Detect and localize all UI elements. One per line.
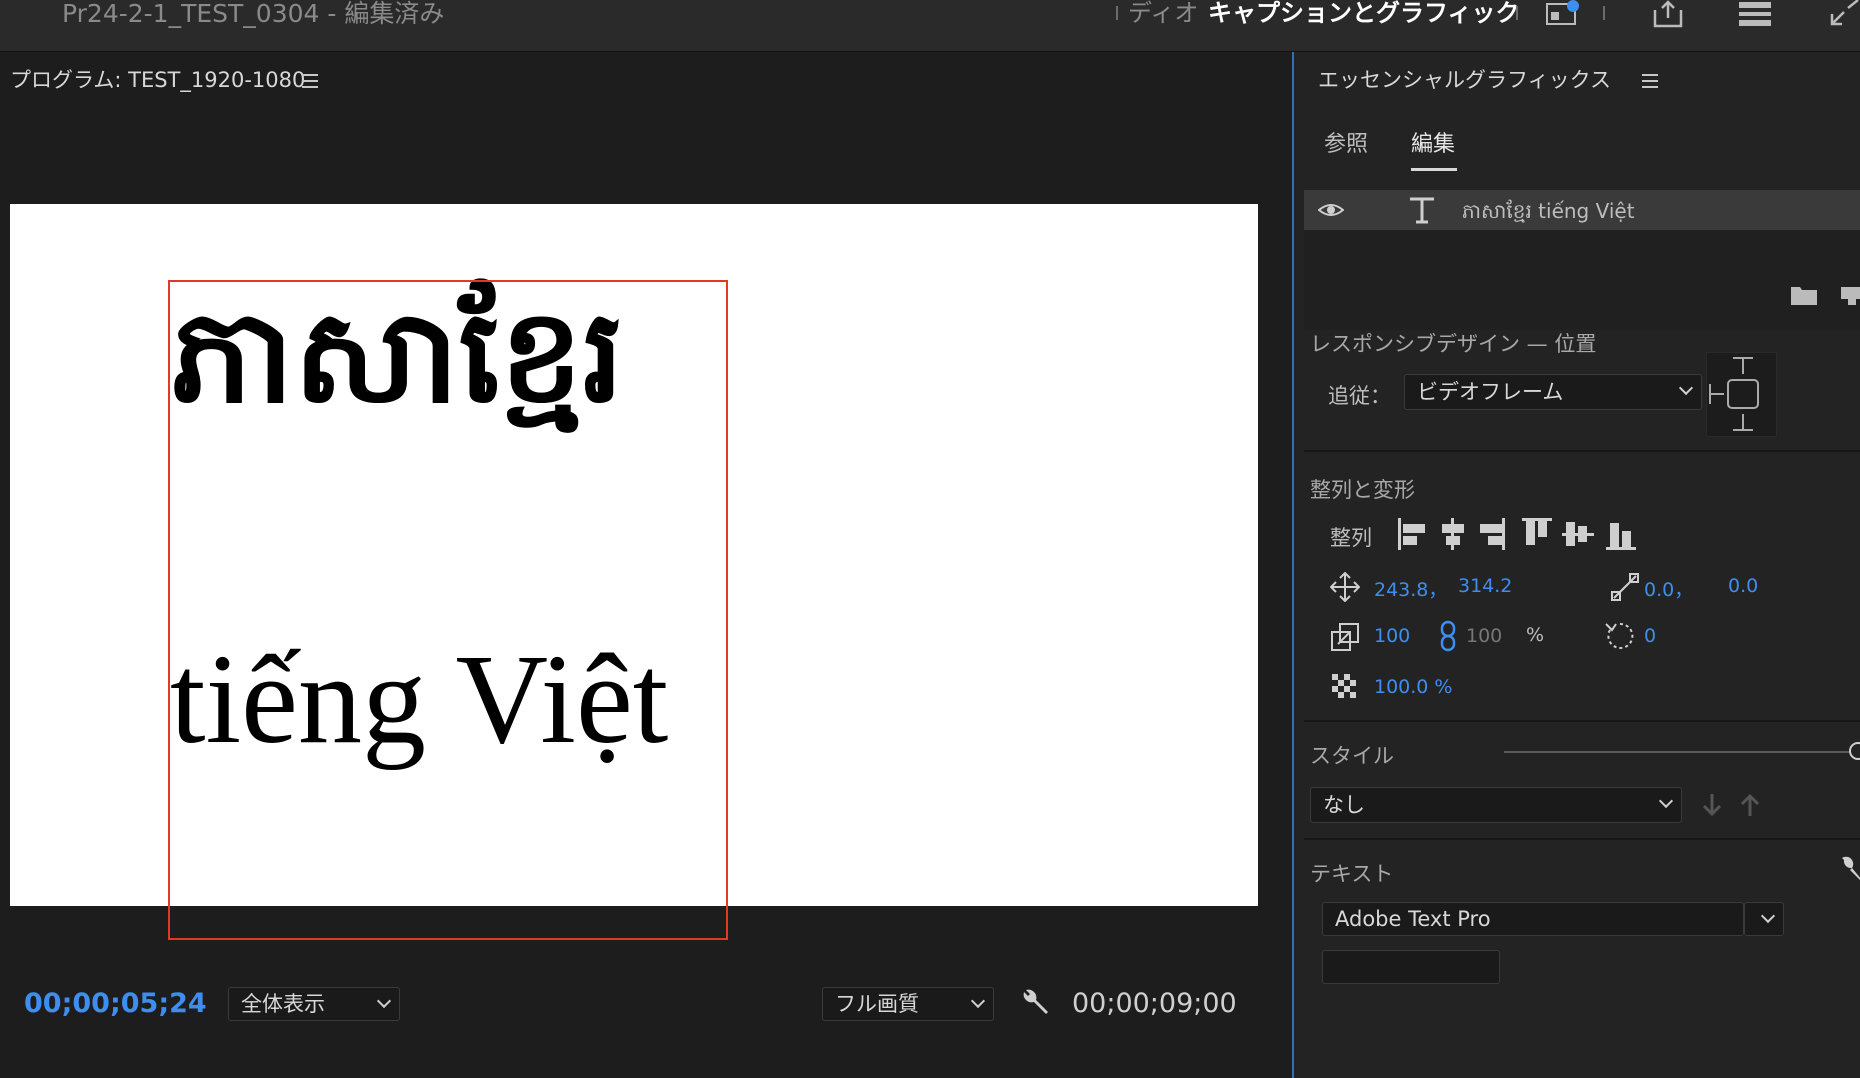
playback-quality-select[interactable]: フル画質: [822, 987, 994, 1021]
font-style-select[interactable]: [1322, 950, 1500, 984]
position-y-value[interactable]: 314.2: [1458, 575, 1512, 597]
push-style-up-icon[interactable]: [1738, 792, 1762, 818]
style-value: なし: [1323, 793, 1365, 817]
opacity-checker-icon: [1332, 674, 1356, 698]
layer-row[interactable]: ភាសាខ្មែរ tiếng Việt: [1304, 190, 1860, 230]
title-bar: Pr24-2-1_TEST_0304 - 編集済み ディオ キャプションとグラフ…: [0, 0, 1860, 52]
opacity-value[interactable]: 100.0 %: [1374, 676, 1453, 698]
rotation-icon: [1605, 622, 1634, 649]
style-select[interactable]: なし: [1310, 787, 1682, 823]
workspace-tab-captions-graphics[interactable]: キャプションとグラフィック: [1208, 0, 1520, 26]
font-family-dropdown-button[interactable]: [1744, 902, 1784, 936]
chevron-down-icon: [970, 993, 986, 1009]
align-transform-section-title: 整列と変形: [1310, 478, 1415, 502]
essential-graphics-title: エッセンシャルグラフィックス: [1318, 68, 1611, 92]
align-top-icon: [1522, 518, 1552, 545]
font-family-select[interactable]: Adobe Text Pro: [1322, 902, 1744, 936]
program-monitor-title: プログラム: TEST_1920-1080: [10, 68, 306, 92]
font-family-value: Adobe Text Pro: [1335, 907, 1491, 931]
text-section-title: テキスト: [1310, 862, 1394, 886]
chevron-down-icon: [1678, 380, 1694, 396]
layer-list-empty-area: [1304, 230, 1860, 330]
new-layer-icon[interactable]: [1840, 284, 1860, 306]
wrench-text-settings-icon[interactable]: [1840, 856, 1860, 884]
section-divider: [1304, 838, 1860, 840]
wrench-settings-icon[interactable]: [1020, 988, 1050, 1018]
chevron-down-icon: [1658, 793, 1674, 809]
program-monitor-panel: プログラム: TEST_1920-1080 ភាសាខ្មែរ tiếng Vi…: [0, 52, 1283, 1078]
new-group-folder-icon[interactable]: [1790, 284, 1818, 306]
push-style-down-icon[interactable]: [1700, 792, 1724, 818]
anchor-x-value[interactable]: 0.0，: [1644, 575, 1693, 602]
anchor-y-value[interactable]: 0.0: [1728, 575, 1758, 597]
align-left-icon: [1398, 518, 1425, 550]
link-scale-icon[interactable]: [1438, 620, 1458, 652]
rotation-value[interactable]: 0: [1644, 625, 1656, 647]
quick-export-icon[interactable]: [1545, 0, 1579, 28]
hamburger-menu-icon[interactable]: [302, 74, 318, 88]
follow-target-select[interactable]: ビデオフレーム: [1404, 374, 1702, 410]
pin-to-edges-widget[interactable]: [1706, 352, 1794, 438]
text-layer-icon: [1410, 197, 1434, 224]
essential-graphics-panel: エッセンシャルグラフィックス 参照 編集 ភាសាខ្មែរ tiếng Việ…: [1292, 52, 1860, 1078]
scale-value[interactable]: 100: [1374, 625, 1410, 647]
style-section-title: スタイル: [1310, 744, 1394, 768]
duration-timecode: 00;00;09;00: [1072, 988, 1237, 1019]
program-video-frame[interactable]: ភាសាខ្មែរ tiếng Việt: [10, 204, 1258, 940]
playback-quality-value: フル画質: [835, 992, 919, 1016]
layer-name: ភាសាខ្មែរ tiếng Việt: [1462, 199, 1635, 223]
zoom-level-value: 全体表示: [241, 992, 325, 1016]
tab-edit[interactable]: 編集: [1411, 132, 1455, 158]
chevron-down-icon: [1760, 908, 1776, 924]
hamburger-menu-icon[interactable]: [1642, 74, 1658, 88]
align-label: 整列: [1330, 526, 1372, 550]
align-bottom-icon: [1606, 523, 1636, 550]
expand-icon[interactable]: [1828, 0, 1860, 28]
chevron-down-icon: [376, 993, 392, 1009]
align-right-icon: [1480, 518, 1505, 550]
scale-icon: [1331, 623, 1359, 651]
section-divider: [1304, 450, 1860, 452]
anchor-point-icon: [1611, 573, 1639, 601]
text-bounding-box[interactable]: [168, 280, 728, 940]
position-move-icon: [1330, 572, 1360, 602]
scale-height-value: 100: [1466, 625, 1503, 647]
share-export-icon[interactable]: [1651, 0, 1685, 28]
follow-target-value: ビデオフレーム: [1417, 380, 1564, 404]
workspace-separator: [1116, 6, 1118, 20]
align-center-horizontal-icon: [1442, 518, 1464, 550]
zoom-level-select[interactable]: 全体表示: [228, 987, 400, 1021]
active-tab-indicator: [1411, 168, 1457, 171]
workspaces-menu-icon[interactable]: [1737, 0, 1773, 28]
toolbar-separator: [1603, 6, 1605, 20]
opacity-slider-track[interactable]: [1504, 751, 1854, 753]
current-timecode[interactable]: 00;00;05;24: [24, 988, 207, 1019]
tab-browse[interactable]: 参照: [1324, 132, 1368, 158]
eye-visibility-icon[interactable]: [1318, 200, 1344, 220]
align-center-vertical-icon: [1562, 522, 1594, 546]
workspace-separator: [1516, 6, 1518, 20]
follow-label: 追従：: [1328, 384, 1391, 408]
document-title: Pr24-2-1_TEST_0304 - 編集済み: [62, 0, 445, 28]
position-x-value[interactable]: 243.8，: [1374, 575, 1447, 602]
opacity-slider-handle[interactable]: [1849, 742, 1860, 760]
workspace-tab-audio[interactable]: ディオ: [1128, 0, 1198, 26]
section-divider: [1304, 720, 1860, 722]
align-buttons-group: [1398, 518, 1636, 550]
responsive-design-section-title: レスポンシブデザイン — 位置: [1310, 332, 1597, 356]
scale-unit: %: [1526, 624, 1545, 646]
